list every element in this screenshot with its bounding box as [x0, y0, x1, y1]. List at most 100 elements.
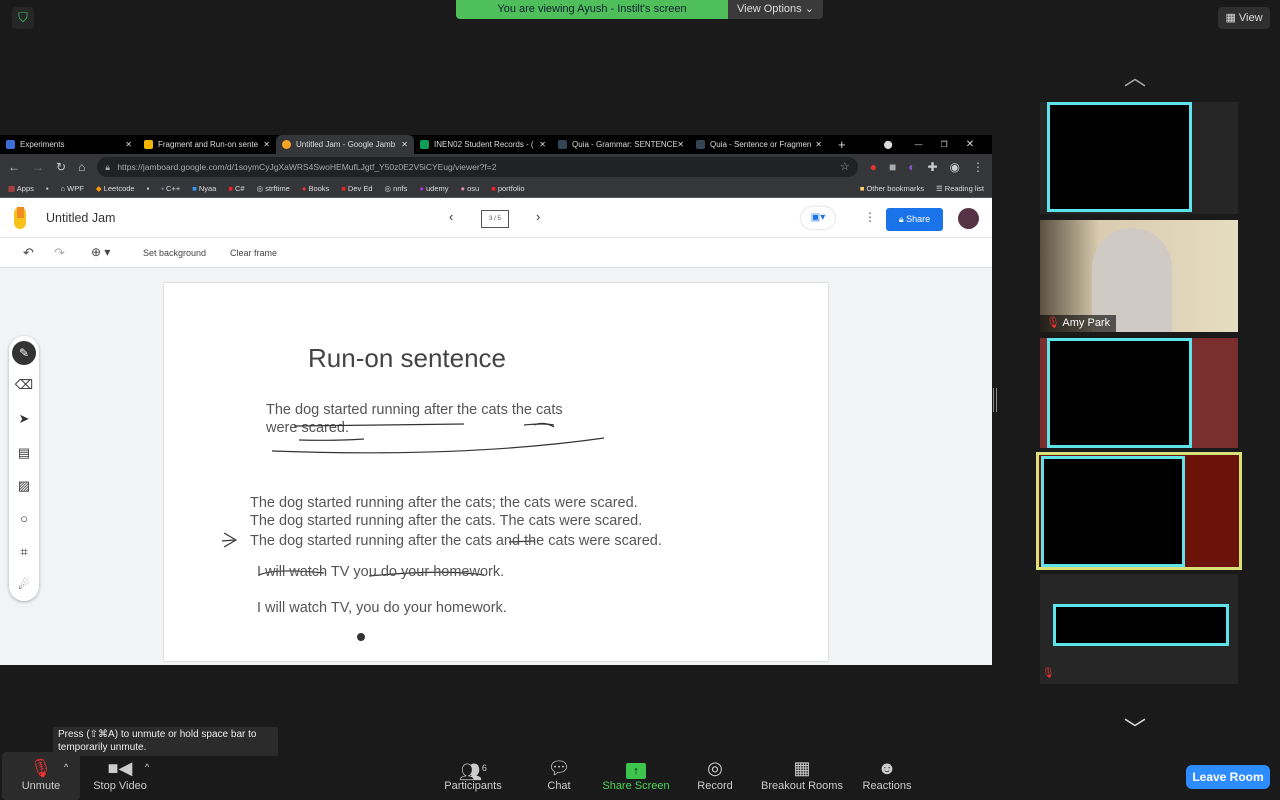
more-options-icon[interactable]: ⋮: [864, 210, 876, 224]
share-screen-button[interactable]: ↑ Share Screen: [600, 752, 672, 800]
url-input[interactable]: 🔒︎ https://jamboard.google.com/d/1soymCyJ…: [97, 157, 858, 177]
user-avatar[interactable]: [958, 208, 979, 229]
participants-button[interactable]: 👥︎6 Participants: [440, 752, 506, 800]
extension-icon[interactable]: ■: [889, 160, 896, 174]
reload-icon[interactable]: ↻: [56, 160, 66, 174]
close-icon[interactable]: ✕: [401, 140, 408, 149]
circle-shape-icon[interactable]: ○: [9, 511, 39, 526]
bookmark[interactable]: ■ portfolio: [491, 184, 524, 193]
browser-tab[interactable]: INEN02 Student Records - (✕: [414, 135, 552, 154]
bookmark[interactable]: ● udemy: [419, 184, 448, 193]
share-button[interactable]: 🔒︎ Share: [886, 208, 943, 231]
video-tile-amy-park[interactable]: 🎙︎ Amy Park: [1040, 220, 1238, 332]
close-icon[interactable]: ✕: [125, 140, 132, 149]
browser-tab-active[interactable]: Untitled Jam - Google Jamb ✕: [276, 135, 414, 154]
maximize-icon[interactable]: ❐: [941, 140, 948, 149]
next-frame-icon[interactable]: ›: [536, 209, 540, 224]
chat-icon: 💬︎: [547, 758, 571, 778]
text-box-icon[interactable]: ⌗: [9, 544, 39, 560]
frame-bar-toggle[interactable]: 3 / 5: [481, 210, 509, 228]
video-tile[interactable]: [1040, 338, 1238, 448]
bookmark[interactable]: ▪: [46, 184, 49, 193]
leave-room-button[interactable]: Leave Room: [1186, 765, 1270, 789]
bookmarks-bar: ▦ Apps ▪ ⌂ WPF ◆ Leetcode ▪ ▪ C++ ■ Nyaa…: [0, 180, 992, 198]
address-bar-row: ← → ↻ ⌂ 🔒︎ https://jamboard.google.com/d/1so…: [0, 154, 992, 180]
window-close-icon[interactable]: ✕: [966, 139, 974, 150]
scroll-up-icon[interactable]: ︿: [1124, 60, 1146, 92]
browser-tab[interactable]: Quia - Sentence or Fragmen ✕: [690, 135, 828, 154]
laser-icon[interactable]: ☄: [9, 577, 39, 593]
puzzle-icon[interactable]: ✚: [927, 160, 937, 174]
bookmark-label: WPF: [67, 184, 84, 193]
sticky-note-icon[interactable]: ▤: [9, 445, 39, 461]
close-icon[interactable]: ✕: [815, 140, 822, 149]
back-icon[interactable]: ←: [8, 160, 20, 174]
video-tile[interactable]: [1040, 102, 1238, 214]
bookmark[interactable]: ⌂ WPF: [61, 184, 84, 193]
panel-resize-handle[interactable]: [993, 388, 997, 412]
video-options-caret[interactable]: ^: [145, 762, 149, 772]
audio-options-caret[interactable]: ^: [64, 762, 68, 772]
eraser-icon[interactable]: ⌫: [9, 377, 39, 393]
stop-video-button[interactable]: ■◀ Stop Video: [88, 752, 152, 800]
previous-frame-icon[interactable]: ‹: [449, 209, 453, 224]
video-tile-active-speaker[interactable]: [1036, 452, 1242, 570]
security-shield-icon[interactable]: ⛉: [12, 7, 34, 29]
browser-tab[interactable]: Experiments ✕: [0, 135, 138, 154]
forward-icon[interactable]: →: [32, 160, 44, 174]
bookmark[interactable]: ▪: [147, 184, 150, 193]
profile-avatar[interactable]: ◉: [950, 160, 960, 174]
tab-title: Quia - Sentence or Fragmen: [710, 140, 812, 149]
reading-list[interactable]: ☰ Reading list: [936, 184, 984, 193]
browser-tab[interactable]: Quia - Grammar: SENTENCE ✕: [552, 135, 690, 154]
video-tile[interactable]: 🎙︎: [1040, 574, 1238, 684]
scroll-down-icon[interactable]: ﹀: [1124, 712, 1146, 744]
view-button[interactable]: ▦ View: [1218, 7, 1270, 29]
redo-icon[interactable]: ↷: [54, 245, 65, 261]
bookmark-star-icon[interactable]: ☆: [840, 157, 850, 177]
bookmark[interactable]: ◆ Leetcode: [96, 184, 135, 193]
home-icon[interactable]: ⌂: [78, 160, 85, 174]
bookmark[interactable]: ▦ Apps: [8, 184, 34, 193]
set-background-button[interactable]: Set background: [143, 248, 206, 258]
browser-tab[interactable]: Fragment and Run-on sente ✕: [138, 135, 276, 154]
view-options-button[interactable]: View Options ⌄: [728, 0, 823, 19]
extension-icon[interactable]: ●: [870, 160, 877, 174]
bookmark[interactable]: ■ Nyaa: [192, 184, 216, 193]
zoom-icon[interactable]: ⊕ ▾: [91, 245, 110, 259]
quia-icon: [558, 140, 567, 149]
other-bookmarks[interactable]: ■ Other bookmarks: [860, 184, 924, 193]
bookmark[interactable]: ◎ nnfs: [385, 184, 408, 193]
jam-title[interactable]: Untitled Jam: [46, 211, 115, 225]
reactions-button[interactable]: ☻ Reactions: [860, 752, 914, 800]
record-button[interactable]: ◎ Record: [694, 752, 736, 800]
close-icon[interactable]: ✕: [677, 140, 684, 149]
select-arrow-icon[interactable]: ➤: [9, 411, 39, 427]
new-tab-icon[interactable]: +: [838, 137, 846, 152]
present-button[interactable]: ▣▾: [801, 207, 835, 229]
breakout-rooms-button[interactable]: ▦ Breakout Rooms: [758, 752, 846, 800]
bookmark[interactable]: ■ Dev Ed: [341, 184, 372, 193]
chat-button[interactable]: 💬︎ Chat: [540, 752, 578, 800]
sentence-text: The dog started running after the cats a…: [250, 533, 662, 549]
minimize-icon[interactable]: —: [915, 140, 923, 149]
pen-tool-icon[interactable]: ✎: [12, 341, 36, 365]
extension-icon[interactable]: ◐: [908, 160, 915, 174]
bookmark[interactable]: ● Books: [302, 184, 329, 193]
bookmark[interactable]: ◎ strftime: [257, 184, 290, 193]
close-icon[interactable]: ✕: [263, 140, 270, 149]
menu-icon[interactable]: ⋮: [972, 160, 984, 174]
sentence-text: The dog started running after the cats; …: [250, 495, 638, 511]
bookmark[interactable]: ■ C#: [228, 184, 244, 193]
unmute-button[interactable]: 🎙︎ Unmute: [2, 752, 80, 800]
close-icon[interactable]: ✕: [539, 140, 546, 149]
undo-icon[interactable]: ↶: [23, 245, 34, 261]
clear-frame-button[interactable]: Clear frame: [230, 248, 277, 258]
jam-frame-canvas[interactable]: Run-on sentence The dog started running …: [163, 282, 829, 662]
image-icon[interactable]: ▨: [9, 478, 39, 494]
bookmark[interactable]: ● osu: [461, 184, 480, 193]
tab-search-icon[interactable]: ⬤: [884, 140, 893, 149]
chat-label: Chat: [547, 780, 571, 792]
bookmark[interactable]: ▪ C++: [161, 184, 180, 193]
bookmark-label: C#: [234, 184, 245, 193]
